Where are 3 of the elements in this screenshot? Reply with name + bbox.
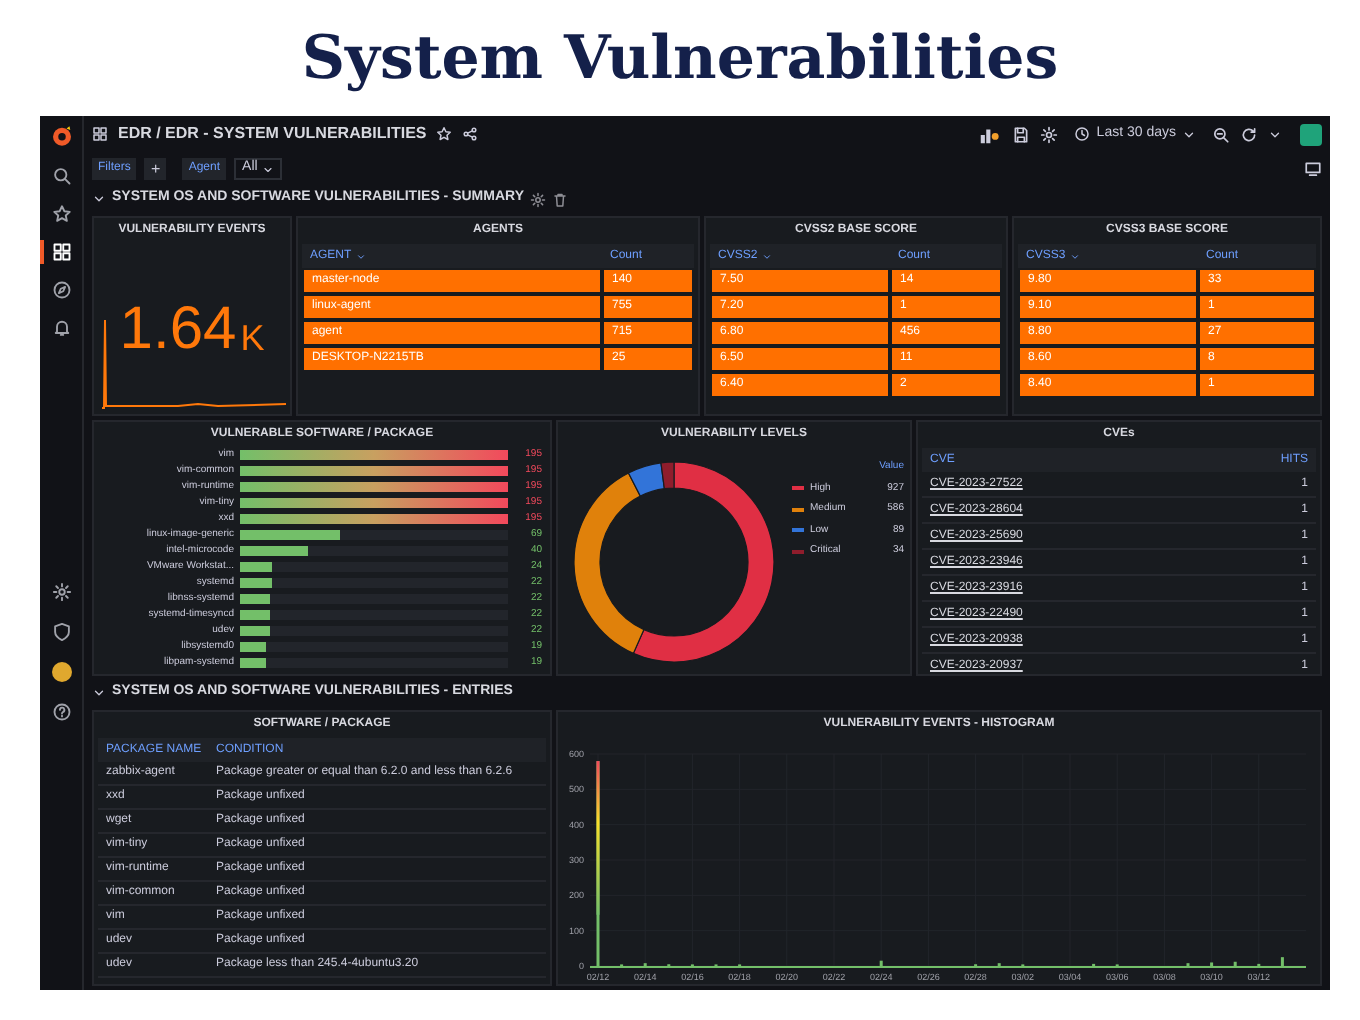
- stat-value: 1.64: [119, 299, 237, 359]
- page-title: System Vulnerabilities: [301, 21, 1059, 97]
- stat-unit: K: [240, 319, 265, 355]
